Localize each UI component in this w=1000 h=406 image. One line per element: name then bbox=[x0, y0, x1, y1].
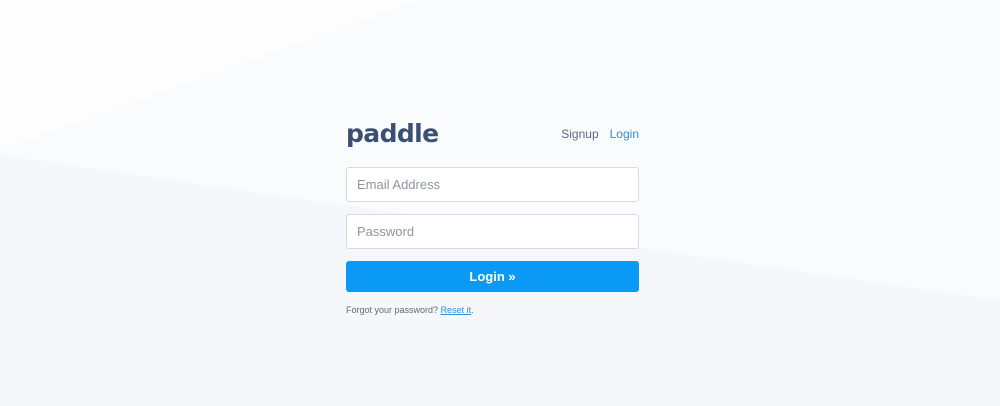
login-link[interactable]: Login bbox=[610, 127, 639, 141]
signup-link[interactable]: Signup bbox=[561, 127, 598, 141]
email-field-wrapper bbox=[346, 167, 639, 202]
paddle-logo: paddle bbox=[346, 119, 439, 148]
header-nav: Signup Login bbox=[561, 127, 639, 141]
header-bar: paddle Signup Login bbox=[346, 118, 639, 156]
email-input[interactable] bbox=[347, 168, 638, 201]
password-field-wrapper bbox=[346, 214, 639, 249]
login-panel: paddle Signup Login Login » Forgot your p… bbox=[346, 118, 639, 316]
reset-password-link[interactable]: Reset it bbox=[441, 305, 472, 315]
forgot-password-suffix: . bbox=[471, 305, 474, 315]
forgot-password-prefix: Forgot your password? bbox=[346, 305, 439, 315]
login-button[interactable]: Login » bbox=[346, 261, 639, 292]
forgot-password-text: Forgot your password? Reset it. bbox=[346, 304, 639, 316]
password-input[interactable] bbox=[347, 215, 638, 248]
